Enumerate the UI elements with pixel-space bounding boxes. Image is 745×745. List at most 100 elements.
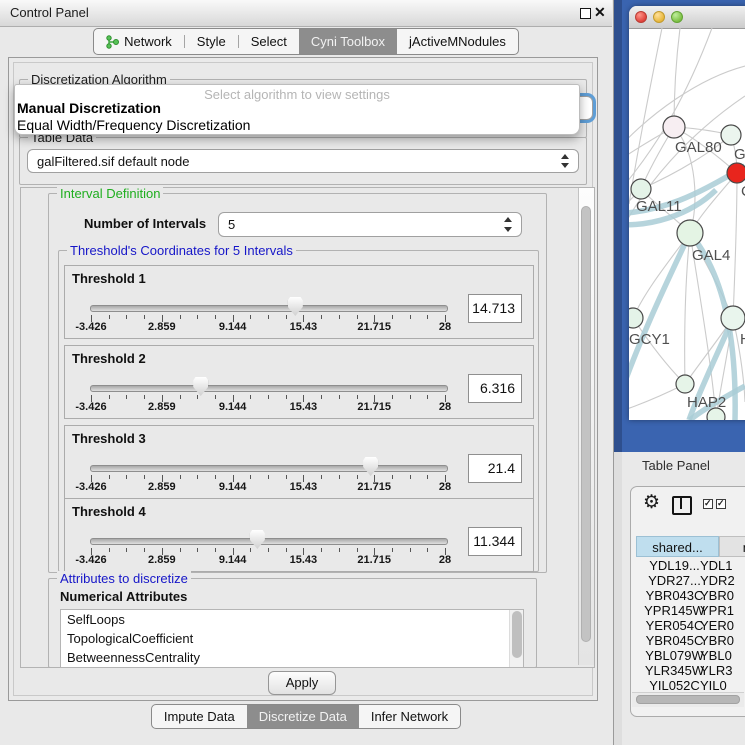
attribute-list-item[interactable]: TopologicalCoefficient [61,629,523,648]
table-row[interactable]: YBR043CYBR0 [631,588,745,603]
minimize-traffic-light[interactable] [653,11,665,23]
popup-option-equal-width-frequency[interactable]: Equal Width/Frequency Discretization [17,117,250,133]
popup-option-manual-discretization[interactable]: Manual Discretization [17,100,161,116]
network-edge[interactable] [633,318,685,384]
slider-tick [250,395,251,399]
table-row[interactable]: YER054CYER0 [631,618,745,633]
name-cell[interactable]: YDL1 [700,558,733,573]
network-node[interactable] [676,375,694,393]
slider-tick [215,395,216,399]
checked-checkbox-icon[interactable]: ✓ [703,499,713,509]
name-cell[interactable]: YBL0 [700,648,732,663]
list-scrollbar-thumb[interactable] [512,611,522,658]
attribute-list-item[interactable]: BetweennessCentrality [61,648,523,667]
slider-thumb[interactable] [288,297,303,316]
node-table[interactable]: YDL19...YDL1YDR27...YDR2YBR043CYBR0YPR14… [631,558,745,696]
tab-network[interactable]: Network [94,29,184,54]
tab-cyni-toolbox[interactable]: Cyni Toolbox [299,29,397,54]
slider-thumb[interactable] [363,457,378,476]
network-node[interactable] [677,220,703,246]
slider-track[interactable] [90,385,448,392]
network-edge[interactable] [674,28,680,127]
tab-jactivemnodules[interactable]: jActiveMNodules [397,29,518,54]
name-cell[interactable]: YDR2 [700,573,735,588]
slider-tick-label: 15.43 [290,481,318,493]
network-edge[interactable] [629,28,712,196]
network-node-label: GCY1 [629,331,670,348]
network-node[interactable] [707,408,725,420]
threshold-value-field[interactable]: 6.316 [468,374,522,403]
name-cell[interactable]: YPR1 [700,603,734,618]
algorithm-dropdown-popup: Select algorithm to view settings Manual… [14,84,580,135]
desktop-background [614,0,622,452]
network-canvas[interactable]: GAL80G.CGAL11GAL4GCY1HHAP2 [629,28,745,420]
slider-track[interactable] [90,305,448,312]
tab-style[interactable]: Style [185,29,238,54]
network-node[interactable] [721,306,745,330]
float-window-icon[interactable] [580,8,591,19]
table-row[interactable]: YBL079WYBL0 [631,648,745,663]
combo-spinner-icon[interactable] [561,150,570,172]
network-edge[interactable] [685,233,690,384]
network-node-label: GAL80 [675,139,722,156]
number-of-intervals-label: Number of Intervals [84,216,206,231]
slider-track[interactable] [90,465,448,472]
network-edge[interactable] [733,173,737,318]
horizontal-scrollbar-thumb[interactable] [636,695,740,704]
network-node[interactable] [727,163,745,183]
zoom-traffic-light[interactable] [671,11,683,23]
close-traffic-light[interactable] [635,11,647,23]
tab-discretize-data[interactable]: Discretize Data [247,705,359,728]
name-cell[interactable]: YBR0 [700,633,734,648]
name-cell[interactable]: YIL0 [700,678,727,693]
slider-tick-label: 21.715 [357,554,391,566]
checked-checkbox-icon[interactable]: ✓ [716,499,726,509]
slider-tick-label: 28 [439,401,451,413]
tab-select[interactable]: Select [239,29,299,54]
slider-tick-label: 28 [439,481,451,493]
threshold-value-field[interactable]: 21.4 [468,454,522,483]
slider-track[interactable] [90,538,448,545]
table-row[interactable]: YDL19...YDL1 [631,558,745,573]
table-row[interactable]: YBR045CYBR0 [631,633,745,648]
number-of-intervals-combobox[interactable]: 5 [218,212,522,237]
tab-infer-network[interactable]: Infer Network [359,705,460,728]
network-node[interactable] [629,308,643,328]
slider-tick [286,315,287,319]
attribute-list-item[interactable]: SelfLoops [61,610,523,629]
column-visibility-icon[interactable] [672,496,692,515]
table-data-combobox[interactable]: galFiltered.sif default node [27,149,579,173]
network-node[interactable] [631,179,651,199]
name-cell[interactable]: YBR0 [700,588,734,603]
slider-thumb[interactable] [250,530,265,549]
gear-icon[interactable]: ⚙ [643,491,660,514]
combo-spinner-icon[interactable] [504,213,513,236]
table-row[interactable]: YLR345WYLR3 [631,663,745,678]
vertical-scrollbar-thumb[interactable] [581,206,591,642]
slider-tick [180,395,181,399]
threshold-value-field[interactable]: 11.344 [468,527,522,556]
network-node-label: C [741,183,745,200]
slider-tick [410,548,411,552]
table-row[interactable]: YPR145WYPR1 [631,603,745,618]
column-header-shared-name[interactable]: shared... [636,536,719,557]
threshold-value-field[interactable]: 14.713 [468,294,522,323]
slider-thumb[interactable] [193,377,208,396]
network-window-titlebar[interactable] [629,6,745,29]
network-node[interactable] [721,125,741,145]
tab-impute-data[interactable]: Impute Data [152,705,247,728]
network-node[interactable] [663,116,685,138]
horizontal-scrollbar[interactable] [632,692,744,707]
table-row[interactable]: YDR27...YDR2 [631,573,745,588]
slider-tick-label: 28 [439,554,451,566]
numerical-attributes-list[interactable]: SelfLoopsTopologicalCoefficientBetweenne… [60,609,524,668]
close-icon[interactable]: ✕ [594,4,606,21]
slider-tick [180,548,181,552]
apply-button[interactable]: Apply [268,671,336,695]
list-scrollbar[interactable] [509,610,523,667]
name-cell[interactable]: YLR3 [700,663,733,678]
column-header-name[interactable]: name [719,536,745,557]
table-row[interactable]: YIL052CYIL0 [631,678,745,693]
name-cell[interactable]: YER0 [700,618,734,633]
slider-tick [392,395,393,399]
